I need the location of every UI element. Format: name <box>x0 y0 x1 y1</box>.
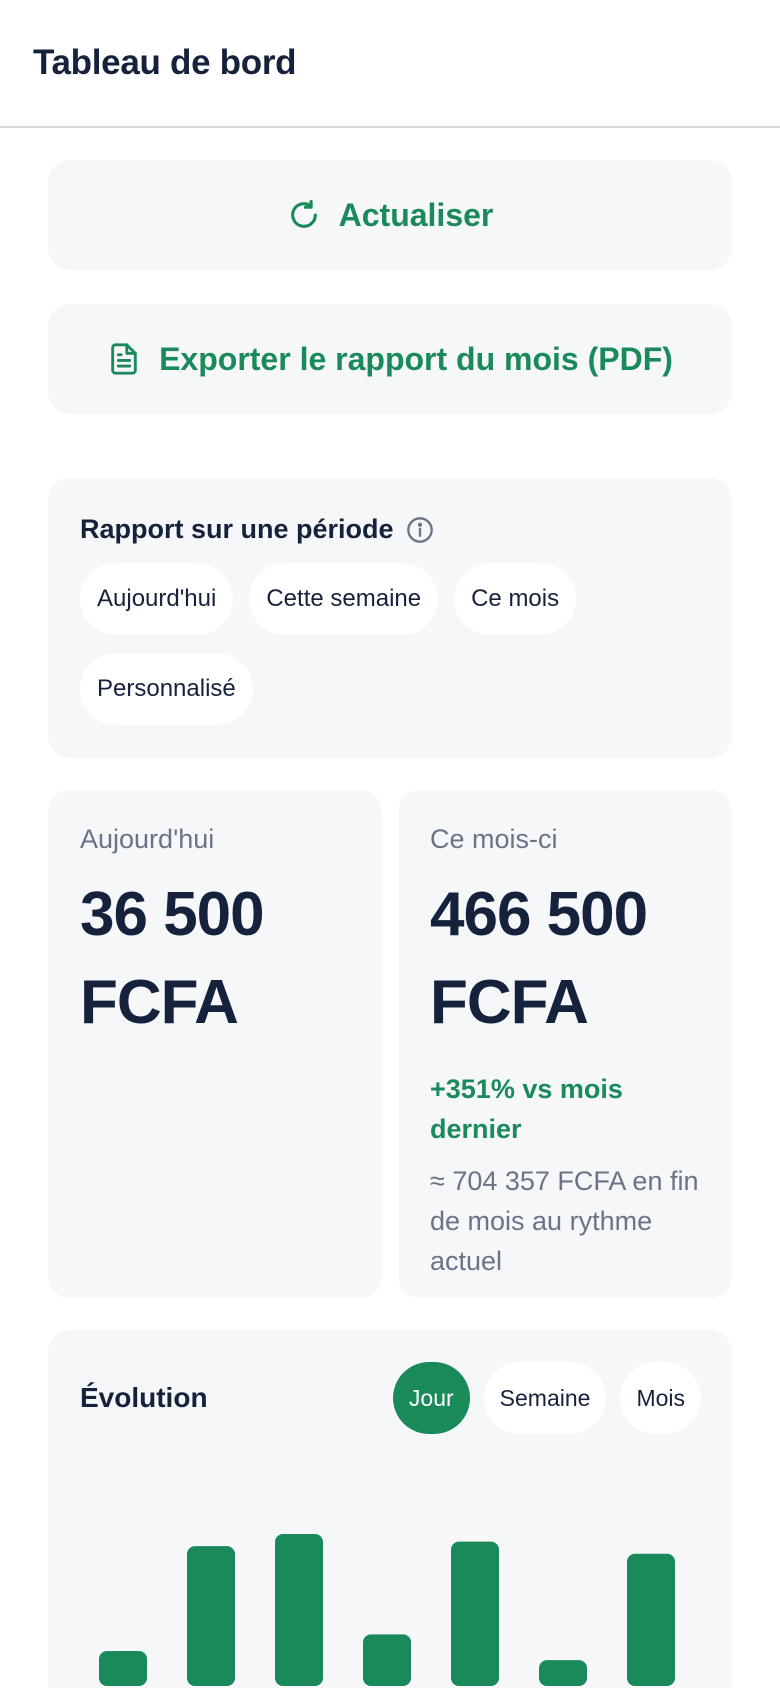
stat-card-today: Aujourd'hui 36 500 FCFA <box>48 790 382 1298</box>
stat-value-month: 466 500 FCFA <box>430 871 700 1047</box>
stat-unit-today: FCFA <box>80 968 239 1037</box>
chart-bar <box>99 1651 147 1686</box>
chart-bar <box>539 1660 587 1686</box>
app-header: Tableau de bord <box>0 0 780 128</box>
dashboard-content: Actualiser Exporter le rapport du mois (… <box>0 128 780 1688</box>
refresh-icon <box>290 199 317 228</box>
chart-bar <box>187 1546 235 1686</box>
evolution-title: Évolution <box>80 1382 208 1413</box>
stat-value-today: 36 500 FCFA <box>80 871 350 1047</box>
chip-today[interactable]: Aujourd'hui <box>80 563 234 635</box>
stat-label-month: Ce mois-ci <box>430 824 558 854</box>
stat-label-today: Aujourd'hui <box>80 824 215 854</box>
document-icon <box>111 343 137 375</box>
stat-projection: ≈ 704 357 FCFA en fin de mois au rythme … <box>430 1166 699 1276</box>
stats-row: Aujourd'hui 36 500 FCFA Ce mois-ci 466 5… <box>48 790 732 1298</box>
toggle-day[interactable]: Jour <box>392 1362 470 1434</box>
export-label: Exporter le rapport du mois (PDF) <box>159 340 673 377</box>
evolution-card: Mar.Mer.Jeu.Ven.Sam.Dim.Lun. Évolution J… <box>48 1330 732 1688</box>
export-pdf-button[interactable]: Exporter le rapport du mois (PDF) <box>48 304 732 414</box>
stat-card-month: Ce mois-ci 466 500 FCFA +351% vs mois de… <box>398 790 732 1298</box>
period-chips: Aujourd'hui Cette semaine Ce mois Person… <box>80 563 700 725</box>
stat-unit-month: FCFA <box>430 968 589 1037</box>
chart-bar <box>627 1553 675 1686</box>
page-title: Tableau de bord <box>33 43 297 82</box>
evolution-toggles: Jour Semaine Mois <box>392 1362 701 1434</box>
evolution-header: Évolution Jour Semaine Mois <box>80 1362 701 1434</box>
period-title: Rapport sur une période <box>80 514 700 545</box>
chart-bar <box>363 1634 411 1686</box>
info-icon[interactable] <box>406 516 434 544</box>
toggle-week[interactable]: Semaine <box>483 1362 607 1434</box>
stat-growth: +351% vs mois dernier <box>430 1074 623 1144</box>
period-report-card: Rapport sur une période Aujourd'hui Cett… <box>48 478 732 758</box>
stat-amount-month: 466 500 <box>430 880 648 949</box>
stat-amount-today: 36 500 <box>80 880 265 949</box>
refresh-button[interactable]: Actualiser <box>48 160 732 270</box>
chart-bar <box>275 1534 323 1686</box>
refresh-label: Actualiser <box>338 196 494 233</box>
chip-this-week[interactable]: Cette semaine <box>249 563 439 635</box>
chip-this-month[interactable]: Ce mois <box>454 563 577 635</box>
period-title-text: Rapport sur une période <box>80 514 394 544</box>
chart-bar <box>451 1541 499 1686</box>
chip-custom[interactable]: Personnalisé <box>80 653 253 725</box>
toggle-month[interactable]: Mois <box>620 1362 701 1434</box>
